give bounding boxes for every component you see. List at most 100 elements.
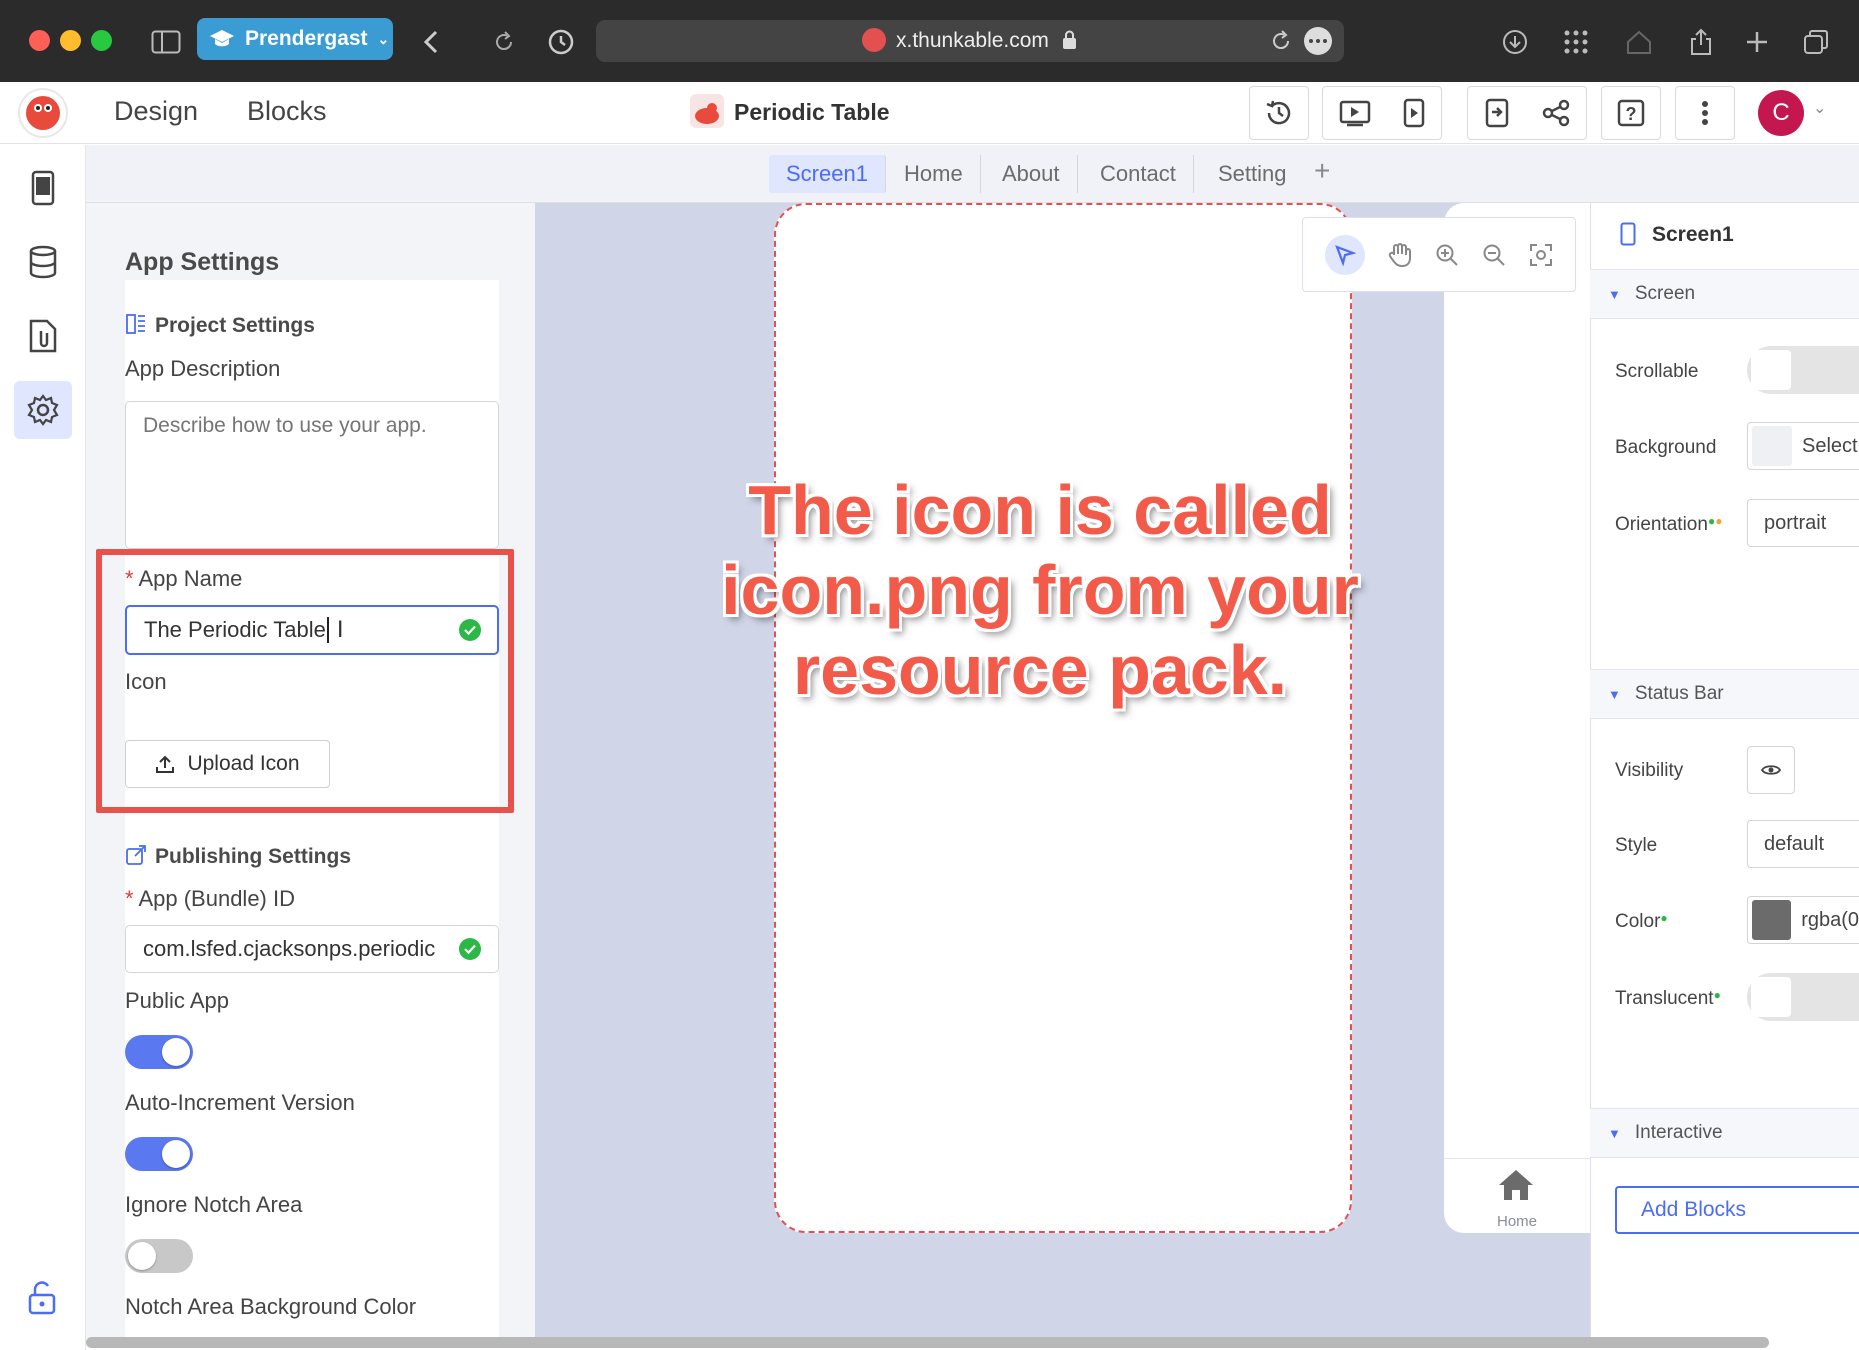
share-app-icon[interactable] xyxy=(1542,99,1570,127)
avatar-chevron-icon[interactable]: ⌄ xyxy=(1813,98,1826,118)
public-app-label: Public App xyxy=(125,988,229,1013)
visibility-button[interactable] xyxy=(1747,746,1795,794)
color-swatch xyxy=(1752,900,1792,940)
style-select[interactable]: default xyxy=(1747,820,1859,868)
app-settings-icon[interactable] xyxy=(14,381,72,439)
hand-tool-icon[interactable] xyxy=(1388,242,1412,268)
required-mark: * xyxy=(125,886,134,911)
collapse-triangle-icon: ▼ xyxy=(1608,286,1621,302)
collapse-triangle-icon: ▼ xyxy=(1608,1125,1621,1141)
close-window-button[interactable] xyxy=(29,30,50,51)
scrollable-toggle[interactable] xyxy=(1747,346,1859,394)
tab-blocks[interactable]: Blocks xyxy=(247,96,327,127)
interactive-section-header[interactable]: ▼ Interactive xyxy=(1590,1108,1859,1158)
canvas-toolbar xyxy=(1302,217,1576,292)
tab-home[interactable]: Home xyxy=(887,155,981,193)
bundle-id-field[interactable]: com.lsfed.cjacksonps.periodic xyxy=(125,925,499,973)
scrollable-label: Scrollable xyxy=(1615,361,1699,382)
history-icon xyxy=(1264,98,1294,128)
profile-name: Prendergast xyxy=(245,27,368,50)
orientation-select[interactable]: portrait xyxy=(1747,499,1859,547)
assets-icon[interactable] xyxy=(14,307,72,365)
minimize-window-button[interactable] xyxy=(60,30,81,51)
bundle-id-value: com.lsfed.cjacksonps.periodic xyxy=(143,936,436,961)
orientation-label-row: Orientation●● xyxy=(1615,514,1723,535)
page-reload-icon[interactable] xyxy=(1270,30,1292,52)
app-description-field[interactable] xyxy=(125,401,499,549)
lock-icon xyxy=(1062,30,1077,50)
tab-about[interactable]: About xyxy=(985,155,1078,193)
tab-overview-icon[interactable] xyxy=(1796,22,1836,62)
more-options-icon[interactable] xyxy=(1304,27,1332,55)
translucent-label-row: Translucent● xyxy=(1615,988,1721,1009)
auto-increment-toggle[interactable] xyxy=(125,1137,193,1171)
sidebar-toggle-icon[interactable] xyxy=(146,22,186,62)
user-avatar[interactable]: C xyxy=(1758,90,1804,136)
orientation-value: portrait xyxy=(1764,511,1827,534)
color-value: rgba(0 xyxy=(1801,908,1859,931)
ignore-notch-toggle[interactable] xyxy=(125,1239,193,1273)
screen-section-header[interactable]: ▼ Screen xyxy=(1590,269,1859,319)
publish-buttons[interactable] xyxy=(1467,86,1587,140)
tab-screen1[interactable]: Screen1 xyxy=(769,155,886,193)
more-menu-button[interactable] xyxy=(1675,86,1735,140)
translucent-toggle[interactable] xyxy=(1747,973,1859,1021)
background-select[interactable]: Select xyxy=(1747,422,1859,470)
add-screen-icon[interactable]: + xyxy=(1314,155,1330,187)
interactive-section-title: Interactive xyxy=(1634,1122,1723,1143)
reload-icon[interactable] xyxy=(484,22,524,62)
grid-apps-icon[interactable] xyxy=(1556,22,1596,62)
home-tab-icon[interactable] xyxy=(1497,1168,1535,1202)
download-app-icon[interactable] xyxy=(1485,98,1509,128)
back-icon[interactable] xyxy=(411,22,451,62)
tab-setting[interactable]: Setting xyxy=(1201,155,1304,193)
new-tab-icon[interactable] xyxy=(1737,22,1777,62)
screen-component-icon xyxy=(1620,222,1636,246)
auto-increment-label: Auto-Increment Version xyxy=(125,1090,355,1115)
select-tool-icon[interactable] xyxy=(1324,234,1365,275)
tab-design[interactable]: Design xyxy=(114,96,198,127)
publishing-settings-icon xyxy=(125,844,147,866)
style-value: default xyxy=(1764,832,1825,855)
tab-contact[interactable]: Contact xyxy=(1083,155,1194,193)
publishing-settings-heading: Publishing Settings xyxy=(155,845,352,868)
screen-section-title: Screen xyxy=(1634,283,1696,304)
status-bar-section-header[interactable]: ▼ Status Bar xyxy=(1590,669,1859,719)
profile-button[interactable]: Prendergast ⌄ xyxy=(197,18,393,60)
fit-screen-icon[interactable] xyxy=(1529,243,1553,267)
zoom-in-icon[interactable] xyxy=(1435,243,1459,267)
screens-icon[interactable] xyxy=(14,159,72,217)
add-blocks-button[interactable]: Add Blocks xyxy=(1615,1186,1859,1234)
graduation-cap-icon xyxy=(209,28,235,50)
app-description-label: App Description xyxy=(125,356,281,381)
settings-title: App Settings xyxy=(125,248,280,276)
unlock-icon[interactable] xyxy=(28,1281,56,1315)
preview-buttons[interactable] xyxy=(1322,86,1442,140)
data-sources-icon[interactable] xyxy=(14,233,72,291)
annotation-line-2: icon.png from your xyxy=(721,551,1359,629)
status-bar-section-title: Status Bar xyxy=(1634,683,1724,704)
history-icon[interactable] xyxy=(541,22,581,62)
web-preview-icon[interactable] xyxy=(1339,99,1371,127)
phone-preview[interactable] xyxy=(774,203,1352,1233)
zoom-out-icon[interactable] xyxy=(1482,243,1506,267)
home-icon[interactable] xyxy=(1619,22,1659,62)
help-button[interactable]: ? xyxy=(1601,86,1661,140)
public-app-toggle[interactable] xyxy=(125,1035,193,1069)
share-icon[interactable] xyxy=(1681,22,1721,62)
background-label: Background xyxy=(1615,437,1717,458)
horizontal-scrollbar[interactable] xyxy=(86,1337,1769,1348)
project-icon xyxy=(690,94,724,128)
mobile-preview-icon[interactable] xyxy=(1403,98,1425,128)
background-value: Select xyxy=(1802,434,1858,457)
color-label-row: Color● xyxy=(1615,911,1668,932)
color-select[interactable]: rgba(0 xyxy=(1747,896,1859,944)
bundle-id-label-row: * App (Bundle) ID xyxy=(125,886,295,912)
thunkable-logo-icon[interactable] xyxy=(18,88,68,138)
download-icon[interactable] xyxy=(1495,22,1535,62)
version-history-button[interactable] xyxy=(1249,86,1309,140)
eye-icon xyxy=(1761,763,1781,777)
svg-text:?: ? xyxy=(1626,104,1637,124)
maximize-window-button[interactable] xyxy=(91,30,112,51)
url-text: x.thunkable.com xyxy=(896,29,1049,52)
